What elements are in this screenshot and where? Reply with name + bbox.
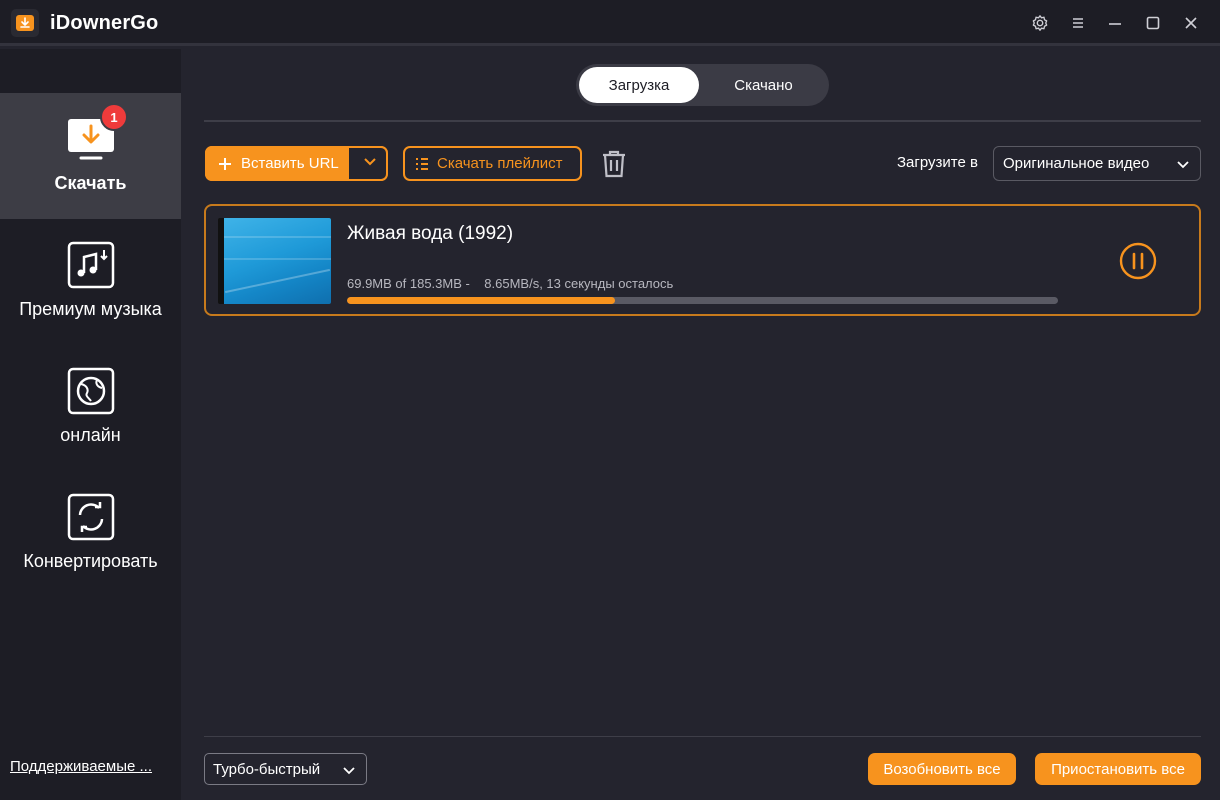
- notification-badge: 1: [100, 103, 128, 131]
- download-to-label: Загрузите в: [897, 154, 978, 171]
- divider: [204, 736, 1201, 737]
- chevron-down-icon: [362, 153, 378, 174]
- chevron-down-icon: [1176, 157, 1190, 176]
- title-bar: iDownerGo: [0, 0, 1220, 46]
- pause-all-button[interactable]: Приостановить все: [1035, 753, 1201, 785]
- sidebar-item-label: Премиум музыка: [19, 299, 162, 319]
- trash-icon[interactable]: [600, 149, 628, 179]
- progress-bar: [347, 297, 1058, 304]
- paste-url-dropdown[interactable]: [349, 147, 388, 180]
- video-title: Живая вода (1992): [347, 223, 514, 244]
- music-download-icon: [67, 241, 115, 289]
- sidebar-item-download[interactable]: 1 Скачать: [0, 93, 181, 219]
- tab-bar: Загрузка Скачано: [576, 64, 829, 106]
- plus-icon: [218, 157, 232, 171]
- sidebar-item-online[interactable]: онлайн: [0, 345, 181, 471]
- pause-icon[interactable]: [1119, 242, 1157, 280]
- video-thumbnail: [218, 218, 331, 304]
- sidebar-item-label: Скачать: [54, 173, 127, 193]
- resume-all-button[interactable]: Возобновить все: [868, 753, 1016, 785]
- tab-downloading[interactable]: Загрузка: [579, 67, 699, 103]
- chevron-down-icon: [342, 763, 356, 782]
- download-playlist-button[interactable]: Скачать плейлист: [403, 146, 582, 181]
- sidebar-item-convert[interactable]: Конвертировать: [0, 471, 181, 597]
- sidebar: 1 Скачать Премиум музыка онлайн Конверти…: [0, 49, 181, 800]
- list-icon: [415, 157, 429, 171]
- close-icon[interactable]: [1180, 12, 1202, 34]
- quality-select[interactable]: Оригинальное видео: [993, 146, 1201, 181]
- divider: [204, 120, 1201, 122]
- sidebar-item-label: Конвертировать: [23, 551, 158, 571]
- gear-icon[interactable]: [1029, 12, 1051, 34]
- hamburger-icon[interactable]: [1067, 12, 1089, 34]
- download-logo-icon: [11, 9, 39, 37]
- paste-url-button[interactable]: Вставить URL: [205, 146, 388, 181]
- supported-sites-link[interactable]: Поддерживаемые ...: [10, 758, 152, 775]
- minimize-icon[interactable]: [1104, 12, 1126, 34]
- download-item: Живая вода (1992) 69.9MB of 185.3MB - 8.…: [204, 204, 1201, 316]
- download-playlist-label: Скачать плейлист: [437, 155, 563, 172]
- maximize-icon[interactable]: [1142, 12, 1164, 34]
- sidebar-item-label: онлайн: [60, 425, 121, 445]
- tab-downloaded[interactable]: Скачано: [701, 67, 826, 103]
- quality-select-value: Оригинальное видео: [1003, 155, 1150, 172]
- sidebar-item-premium-music[interactable]: Премиум музыка: [0, 219, 181, 345]
- speed-select[interactable]: Турбо-быстрый: [204, 753, 367, 785]
- convert-icon: [67, 493, 115, 541]
- paste-url-label: Вставить URL: [241, 155, 339, 172]
- speed-select-value: Турбо-быстрый: [213, 760, 321, 778]
- globe-icon: [67, 367, 115, 415]
- progress-fill: [347, 297, 616, 304]
- app-title: iDownerGo: [50, 12, 159, 34]
- download-stats: 69.9MB of 185.3MB - 8.65MB/s, 13 секунды…: [347, 276, 674, 291]
